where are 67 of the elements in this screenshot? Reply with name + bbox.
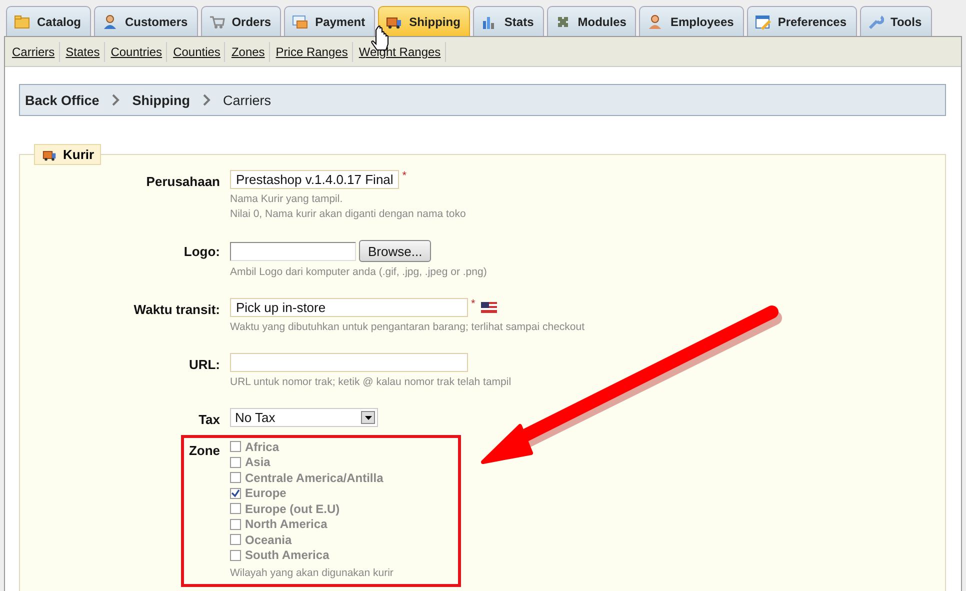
checkbox[interactable] [230, 550, 241, 561]
help-text: URL untuk nomor trak; ketik @ kalau nomor trak telah tampil [230, 375, 512, 390]
checkbox-label: Europe [245, 486, 286, 500]
tab-icon [647, 14, 664, 30]
sub-nav-link[interactable]: States [60, 42, 105, 62]
nav-tab[interactable]: Stats [473, 6, 544, 36]
chevron-icon [111, 94, 120, 106]
checkbox-label: Asia [245, 455, 270, 470]
checkbox[interactable] [230, 472, 241, 484]
sub-nav-link[interactable]: Price Ranges [270, 42, 353, 62]
text-field[interactable]: Pick up in-store [230, 298, 468, 317]
tab-icon [14, 14, 30, 30]
checkbox[interactable] [230, 456, 241, 468]
nav-tab[interactable]: Modules [546, 6, 636, 36]
checkbox-label: Centrale America/Antilla [245, 470, 384, 485]
tab-icon [102, 14, 118, 30]
field-label: URL: [188, 356, 220, 372]
field-label: Tax [198, 411, 220, 427]
tax-dropdown[interactable]: No Tax [230, 408, 378, 427]
sub-nav-link[interactable]: Countries [104, 42, 168, 62]
help-text: Nama Kurir yang tampil. [230, 192, 344, 207]
dropdown-arrow-icon [364, 416, 372, 420]
checkbox[interactable] [230, 518, 241, 530]
tab-icon [292, 14, 308, 30]
tab-icon [754, 14, 771, 30]
checkbox[interactable] [230, 503, 241, 514]
required-mark: * [402, 170, 407, 182]
nav-tab[interactable]: Customers [94, 6, 198, 36]
tab-icon [208, 14, 225, 30]
nav-tab[interactable]: Tools [860, 6, 932, 36]
sub-nav-link[interactable]: Counties [167, 42, 226, 62]
help-text: Wilayah yang akan digunakan kurir [230, 566, 394, 581]
file-field[interactable] [230, 242, 356, 260]
checkbox-label: Oceania [245, 532, 292, 547]
sub-nav-link[interactable]: Zones [225, 42, 270, 62]
checkbox[interactable] [230, 534, 241, 546]
checkbox[interactable] [230, 441, 241, 452]
checkbox[interactable] [230, 488, 241, 499]
checkbox-label: Africa [245, 440, 280, 454]
help-text: Waktu yang dibutuhkan untuk pengantaran barang; terlihat sampai checkout [230, 320, 586, 335]
text-field[interactable] [230, 353, 468, 372]
nav-tab[interactable]: Orders [200, 6, 282, 36]
sub-nav-link[interactable]: Carriers [8, 42, 60, 62]
breadcrumb-item: Carriers [223, 92, 272, 108]
nav-tab[interactable]: Preferences [746, 6, 857, 36]
field-label: Waktu transit: [132, 301, 220, 317]
checkbox-label: Europe (out E.U) [245, 502, 340, 516]
field-label: Logo: [182, 243, 220, 259]
chevron-icon [202, 94, 212, 106]
browse-button[interactable]: Browse... [359, 240, 432, 262]
field-label: Perusahaan [145, 173, 220, 189]
checkbox-label: North America [245, 517, 328, 532]
breadcrumb-item[interactable]: Back Office [25, 92, 100, 108]
section-legend: Kurir [34, 144, 102, 165]
breadcrumb-item[interactable]: Shipping [132, 92, 190, 108]
flag-icon[interactable] [481, 302, 498, 313]
nav-tab[interactable]: Catalog [6, 6, 92, 36]
tab-icon [868, 14, 884, 30]
field-label: Zone [188, 442, 220, 458]
text-field[interactable]: Prestashop v.1.4.0.17 Final [230, 170, 400, 189]
help-text: Ambil Logo dari komputer anda (.gif, .jpg, .jpeg or .png) [230, 265, 488, 280]
checkbox-label: South America [245, 548, 330, 562]
help-text: Nilai 0, Nama kurir akan diganti dengan nama toko [230, 207, 467, 222]
required-mark: * [471, 298, 476, 310]
nav-tab[interactable]: Payment [284, 6, 376, 36]
nav-tab[interactable]: Employees [639, 6, 744, 36]
nav-tab[interactable]: Shipping [378, 6, 470, 36]
